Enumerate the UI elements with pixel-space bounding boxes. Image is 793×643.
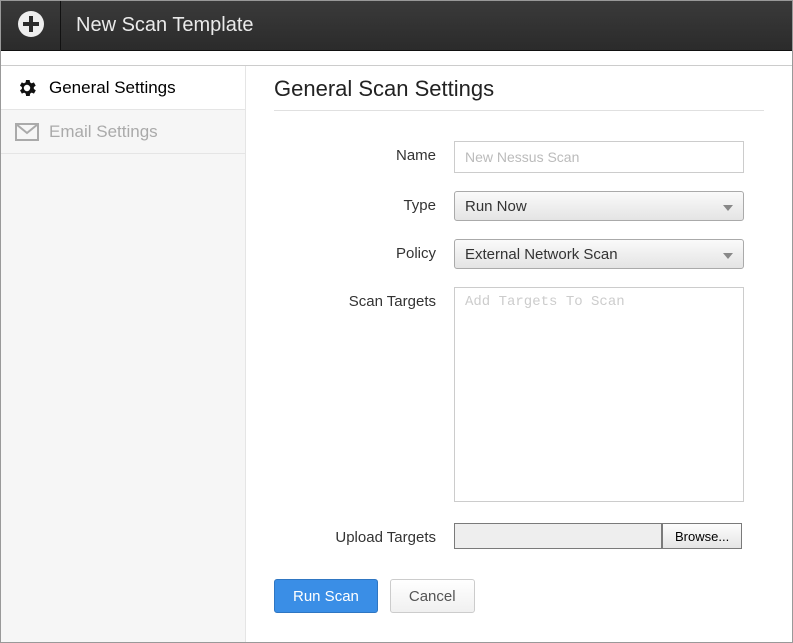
run-scan-button[interactable]: Run Scan — [274, 579, 378, 613]
topbar: New Scan Template — [1, 1, 792, 51]
sidebar-item-general[interactable]: General Settings — [1, 66, 246, 110]
field-row-targets: Scan Targets — [274, 287, 764, 505]
cancel-button[interactable]: Cancel — [390, 579, 475, 613]
upload-path-display — [454, 523, 662, 549]
type-select[interactable]: Run Now — [454, 191, 744, 221]
upload-control: Browse... — [454, 523, 764, 549]
action-bar: Run Scan Cancel — [274, 579, 764, 613]
sidebar-filler — [1, 154, 246, 642]
plus-circle-icon — [16, 9, 46, 42]
sidebar-item-label: General Settings — [49, 78, 176, 98]
main-panel: General Scan Settings Name Type Run Now — [246, 66, 792, 642]
policy-selected-value: External Network Scan — [465, 246, 618, 263]
add-scan-button[interactable] — [1, 1, 61, 51]
chevron-down-icon — [723, 246, 733, 263]
app-window: New Scan Template General Settings — [0, 0, 793, 643]
policy-label: Policy — [274, 239, 454, 269]
upload-label: Upload Targets — [274, 523, 454, 549]
field-row-type: Type Run Now — [274, 191, 764, 221]
targets-label: Scan Targets — [274, 287, 454, 505]
sidebar: General Settings Email Settings — [1, 66, 246, 642]
page-title: New Scan Template — [61, 14, 254, 37]
name-label: Name — [274, 141, 454, 173]
chevron-down-icon — [723, 198, 733, 215]
sidebar-item-label: Email Settings — [49, 122, 158, 142]
body: General Settings Email Settings General … — [1, 65, 792, 642]
divider — [274, 110, 764, 111]
name-input[interactable] — [454, 141, 744, 173]
policy-select[interactable]: External Network Scan — [454, 239, 744, 269]
targets-textarea[interactable] — [454, 287, 744, 502]
mail-icon — [15, 123, 39, 141]
field-row-name: Name — [274, 141, 764, 173]
field-row-policy: Policy External Network Scan — [274, 239, 764, 269]
type-selected-value: Run Now — [465, 198, 527, 215]
browse-button[interactable]: Browse... — [662, 523, 742, 549]
field-row-upload: Upload Targets Browse... — [274, 523, 764, 549]
type-label: Type — [274, 191, 454, 221]
sidebar-item-email[interactable]: Email Settings — [1, 110, 246, 154]
section-heading: General Scan Settings — [274, 76, 764, 102]
gear-icon — [15, 77, 39, 99]
